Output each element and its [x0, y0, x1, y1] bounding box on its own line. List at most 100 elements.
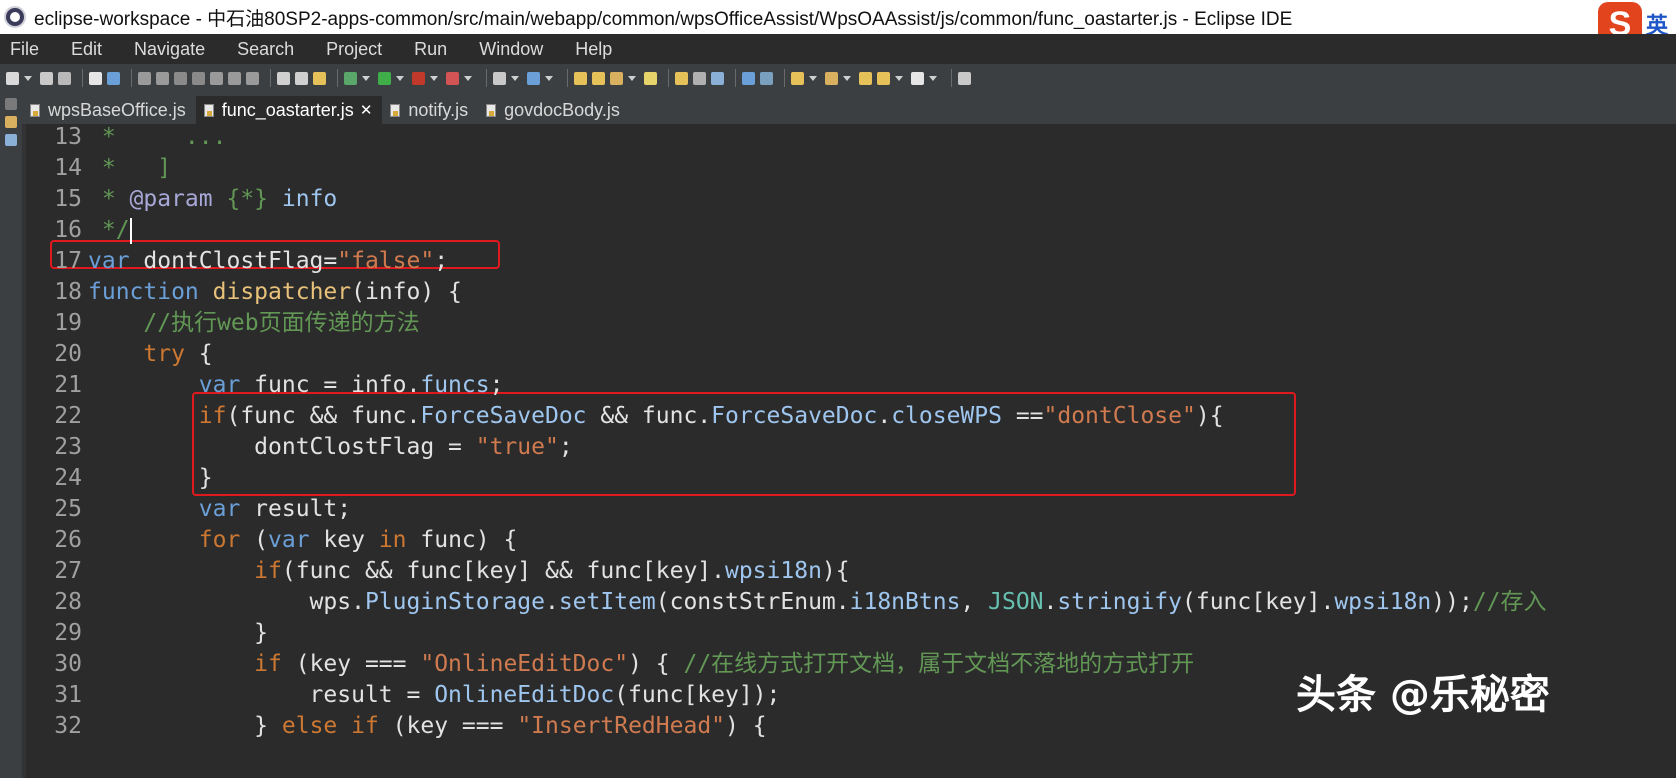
- servers-icon[interactable]: [313, 71, 326, 85]
- code-line[interactable]: 19 //执行web页面传递的方法: [22, 308, 1676, 339]
- external-tools-icon[interactable]: [446, 71, 459, 85]
- code-line[interactable]: 24 }: [22, 463, 1676, 494]
- skip-breakpoints-icon[interactable]: [107, 71, 120, 85]
- code-line[interactable]: 26 for (var key in func) {: [22, 525, 1676, 556]
- project-explorer-icon[interactable]: [5, 116, 17, 128]
- globe-dropdown-icon[interactable]: [545, 75, 553, 81]
- suspend-icon[interactable]: [156, 71, 169, 85]
- open-type-icon[interactable]: [574, 71, 587, 85]
- pin-editor-icon[interactable]: [958, 71, 971, 85]
- tasks-icon[interactable]: [760, 71, 773, 85]
- code-text[interactable]: * @param {*} info: [82, 184, 337, 215]
- code-text[interactable]: var dontClostFlag="false";: [82, 246, 448, 277]
- tab-govdocbody[interactable]: govdocBody.js: [478, 96, 630, 124]
- new-icon[interactable]: [6, 71, 19, 85]
- code-line[interactable]: 16 */: [22, 215, 1676, 246]
- search-dropdown-icon[interactable]: [628, 75, 636, 81]
- menu-project[interactable]: Project: [326, 39, 382, 60]
- code-line[interactable]: 27 if(func && func[key] && func[key].wps…: [22, 556, 1676, 587]
- terminate-icon[interactable]: [174, 71, 187, 85]
- code-line[interactable]: 20 try {: [22, 339, 1676, 370]
- code-text[interactable]: function dispatcher(info) {: [82, 277, 462, 308]
- code-text[interactable]: }: [82, 618, 268, 649]
- new-project-icon[interactable]: [493, 71, 506, 85]
- console-icon[interactable]: [277, 71, 290, 85]
- code-line[interactable]: 17 var dontClostFlag="false";: [22, 246, 1676, 277]
- prev-annotation-icon[interactable]: [825, 71, 838, 85]
- run-icon[interactable]: [378, 71, 391, 85]
- code-line[interactable]: 21 var func = info.funcs;: [22, 370, 1676, 401]
- search-tool-icon[interactable]: [610, 71, 623, 85]
- code-text[interactable]: for (var key in func) {: [82, 525, 518, 556]
- menu-file[interactable]: File: [10, 39, 39, 60]
- show-whitespace-icon[interactable]: [711, 71, 724, 85]
- menu-window[interactable]: Window: [479, 39, 543, 60]
- toggle-breadcrumb-icon[interactable]: [675, 71, 688, 85]
- outline-icon[interactable]: [5, 134, 17, 146]
- menu-navigate[interactable]: Navigate: [134, 39, 205, 60]
- menu-edit[interactable]: Edit: [71, 39, 102, 60]
- code-text[interactable]: * ]: [82, 153, 171, 184]
- new-dropdown-icon[interactable]: [24, 75, 32, 81]
- external-tools-dropdown-icon[interactable]: [464, 75, 472, 81]
- code-text[interactable]: if (key === "OnlineEditDoc") { //在线方式打开文…: [82, 649, 1194, 680]
- code-text[interactable]: var func = info.funcs;: [82, 370, 504, 401]
- menu-help[interactable]: Help: [575, 39, 612, 60]
- tab-notify[interactable]: notify.js: [382, 96, 478, 124]
- restore-icon[interactable]: [5, 98, 17, 110]
- code-text[interactable]: dontClostFlag = "true";: [82, 432, 573, 463]
- code-line[interactable]: 22 if(func && func.ForceSaveDoc && func.…: [22, 401, 1676, 432]
- code-line[interactable]: 28 wps.PluginStorage.setItem(constStrEnu…: [22, 587, 1676, 618]
- run-dropdown-icon[interactable]: [396, 75, 404, 81]
- code-text[interactable]: try {: [82, 339, 212, 370]
- coverage-dropdown-icon[interactable]: [430, 75, 438, 81]
- menu-search[interactable]: Search: [237, 39, 294, 60]
- step-return-icon[interactable]: [246, 71, 259, 85]
- forward-icon[interactable]: [911, 71, 924, 85]
- resume-icon[interactable]: [138, 71, 151, 85]
- new-project-dropdown-icon[interactable]: [511, 75, 519, 81]
- globe-icon[interactable]: [527, 71, 540, 85]
- code-line[interactable]: 29 }: [22, 618, 1676, 649]
- code-text[interactable]: var result;: [82, 494, 351, 525]
- code-line[interactable]: 15 * @param {*} info: [22, 184, 1676, 215]
- code-line[interactable]: 25 var result;: [22, 494, 1676, 525]
- debug-dropdown-icon[interactable]: [362, 75, 370, 81]
- tab-wpsbaseoffice[interactable]: wpsBaseOffice.js: [22, 96, 196, 124]
- menu-run[interactable]: Run: [414, 39, 447, 60]
- code-text[interactable]: wps.PluginStorage.setItem(constStrEnum.i…: [82, 587, 1547, 618]
- open-resource-icon[interactable]: [592, 71, 605, 85]
- save-all-icon[interactable]: [58, 71, 71, 85]
- mark-occurrences-icon[interactable]: [644, 71, 657, 85]
- step-into-icon[interactable]: [210, 71, 223, 85]
- step-over-icon[interactable]: [228, 71, 241, 85]
- code-text[interactable]: } else if (key === "InsertRedHead") {: [82, 711, 766, 742]
- terminal-icon[interactable]: [89, 71, 102, 85]
- code-line[interactable]: 14 * ]: [22, 153, 1676, 184]
- back-dropdown-icon[interactable]: [895, 75, 903, 81]
- last-edit-location-icon[interactable]: [859, 71, 872, 85]
- code-text[interactable]: * ...: [82, 124, 227, 153]
- debug-icon[interactable]: [344, 71, 357, 85]
- code-line[interactable]: 18 function dispatcher(info) {: [22, 277, 1676, 308]
- code-line[interactable]: 23 dontClostFlag = "true";: [22, 432, 1676, 463]
- forward-dropdown-icon[interactable]: [929, 75, 937, 81]
- prev-annotation-dropdown-icon[interactable]: [843, 75, 851, 81]
- code-text[interactable]: if(func && func.ForceSaveDoc && func.For…: [82, 401, 1224, 432]
- next-annotation-dropdown-icon[interactable]: [809, 75, 817, 81]
- code-text[interactable]: //执行web页面传递的方法: [82, 308, 419, 339]
- tab-func-oastarter[interactable]: func_oastarter.js ✕: [195, 96, 383, 124]
- disconnect-icon[interactable]: [192, 71, 205, 85]
- code-text[interactable]: if(func && func[key] && func[key].wpsi18…: [82, 556, 849, 587]
- drop-to-frame-icon[interactable]: [295, 71, 308, 85]
- web-browser-icon[interactable]: [742, 71, 755, 85]
- coverage-icon[interactable]: [412, 71, 425, 85]
- save-icon[interactable]: [40, 71, 53, 85]
- next-annotation-icon[interactable]: [791, 71, 804, 85]
- back-icon[interactable]: [877, 71, 890, 85]
- code-text[interactable]: }: [82, 463, 213, 494]
- code-line[interactable]: 13 * ...: [22, 124, 1676, 153]
- block-selection-icon[interactable]: [693, 71, 706, 85]
- code-text[interactable]: */: [82, 215, 132, 246]
- close-tab-icon[interactable]: ✕: [360, 101, 373, 119]
